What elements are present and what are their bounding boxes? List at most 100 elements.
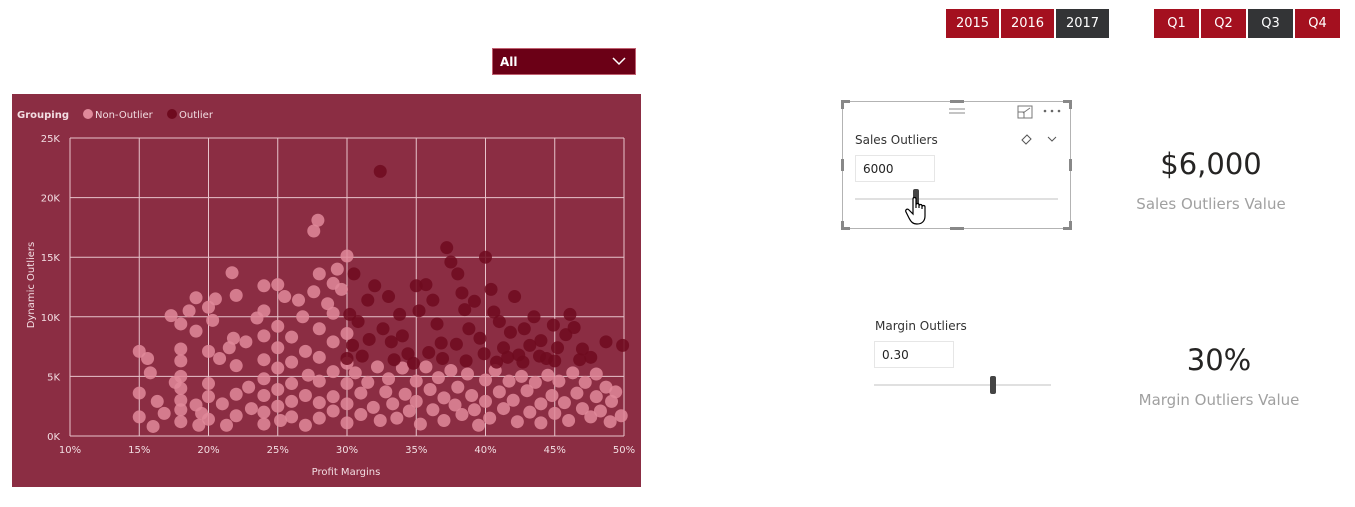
point-outlier[interactable] (376, 322, 390, 336)
point-non-outlier[interactable] (373, 414, 387, 428)
point-non-outlier[interactable] (483, 411, 497, 425)
point-non-outlier[interactable] (603, 415, 617, 429)
point-non-outlier[interactable] (312, 396, 326, 410)
point-non-outlier[interactable] (285, 394, 299, 408)
point-non-outlier[interactable] (298, 418, 312, 432)
point-outlier[interactable] (503, 325, 517, 339)
point-non-outlier[interactable] (413, 417, 427, 431)
point-non-outlier[interactable] (257, 304, 271, 318)
point-non-outlier[interactable] (578, 375, 592, 389)
point-non-outlier[interactable] (242, 380, 256, 394)
point-non-outlier[interactable] (182, 304, 196, 318)
point-non-outlier[interactable] (502, 374, 516, 388)
point-non-outlier[interactable] (354, 408, 368, 422)
point-outlier[interactable] (340, 352, 354, 366)
point-non-outlier[interactable] (340, 326, 354, 340)
point-outlier[interactable] (484, 282, 498, 296)
quarter-button-q2[interactable]: Q2 (1201, 9, 1246, 38)
point-non-outlier[interactable] (202, 412, 215, 426)
point-non-outlier[interactable] (460, 367, 474, 381)
point-non-outlier[interactable] (239, 335, 253, 349)
point-outlier[interactable] (523, 338, 537, 352)
point-non-outlier[interactable] (523, 405, 537, 419)
point-non-outlier[interactable] (285, 410, 299, 424)
sales-slider-track[interactable] (855, 198, 1058, 200)
point-outlier[interactable] (430, 317, 444, 331)
point-non-outlier[interactable] (548, 406, 562, 420)
point-outlier[interactable] (567, 321, 581, 335)
point-non-outlier[interactable] (229, 409, 243, 423)
point-non-outlier[interactable] (271, 319, 285, 333)
point-non-outlier[interactable] (285, 330, 299, 344)
point-outlier[interactable] (347, 267, 361, 281)
quarter-button-q1[interactable]: Q1 (1154, 9, 1199, 38)
year-button-2016[interactable]: 2016 (1001, 9, 1054, 38)
point-non-outlier[interactable] (340, 416, 354, 430)
point-outlier[interactable] (440, 241, 454, 255)
point-non-outlier[interactable] (285, 377, 299, 391)
more-options-icon[interactable] (1042, 107, 1064, 115)
point-non-outlier[interactable] (506, 393, 520, 407)
point-outlier[interactable] (395, 329, 409, 343)
point-non-outlier[interactable] (257, 353, 271, 367)
point-non-outlier[interactable] (340, 249, 354, 263)
point-non-outlier[interactable] (334, 282, 348, 296)
point-non-outlier[interactable] (298, 388, 312, 402)
point-outlier[interactable] (517, 322, 531, 336)
point-non-outlier[interactable] (423, 383, 437, 397)
point-outlier[interactable] (362, 332, 376, 346)
point-non-outlier[interactable] (570, 386, 584, 400)
point-non-outlier[interactable] (174, 369, 188, 383)
eraser-icon[interactable] (1019, 132, 1033, 146)
point-non-outlier[interactable] (174, 342, 188, 356)
point-non-outlier[interactable] (257, 279, 271, 293)
point-outlier[interactable] (473, 331, 487, 345)
point-non-outlier[interactable] (257, 372, 271, 386)
point-non-outlier[interactable] (150, 394, 164, 408)
point-non-outlier[interactable] (174, 354, 188, 368)
point-non-outlier[interactable] (593, 404, 607, 418)
point-outlier[interactable] (548, 354, 562, 368)
point-non-outlier[interactable] (298, 344, 312, 358)
point-non-outlier[interactable] (215, 397, 229, 411)
point-non-outlier[interactable] (348, 366, 362, 380)
point-non-outlier[interactable] (354, 386, 368, 400)
point-outlier[interactable] (492, 315, 506, 329)
point-non-outlier[interactable] (257, 405, 271, 419)
point-non-outlier[interactable] (326, 306, 340, 320)
sales-outliers-input[interactable]: 6000 (855, 155, 935, 182)
point-non-outlier[interactable] (510, 415, 524, 429)
point-non-outlier[interactable] (479, 373, 492, 387)
point-non-outlier[interactable] (274, 414, 288, 428)
point-non-outlier[interactable] (257, 329, 271, 343)
point-non-outlier[interactable] (409, 374, 423, 388)
point-outlier[interactable] (449, 337, 463, 351)
point-outlier[interactable] (599, 335, 613, 349)
point-outlier[interactable] (387, 353, 401, 367)
legend-label-non-outlier[interactable]: Non-Outlier (95, 110, 154, 121)
point-outlier[interactable] (451, 267, 465, 281)
point-non-outlier[interactable] (431, 371, 445, 385)
point-outlier[interactable] (527, 310, 541, 324)
point-non-outlier[interactable] (229, 288, 243, 302)
point-non-outlier[interactable] (386, 397, 400, 411)
point-non-outlier[interactable] (379, 385, 393, 399)
point-outlier[interactable] (551, 341, 565, 355)
point-non-outlier[interactable] (340, 377, 354, 391)
point-non-outlier[interactable] (589, 367, 603, 381)
point-non-outlier[interactable] (437, 414, 451, 428)
point-non-outlier[interactable] (326, 365, 340, 379)
point-non-outlier[interactable] (312, 374, 326, 388)
point-outlier[interactable] (516, 355, 530, 369)
point-non-outlier[interactable] (455, 408, 469, 422)
point-outlier[interactable] (490, 355, 504, 369)
point-non-outlier[interactable] (202, 377, 215, 391)
resize-handle[interactable] (1069, 221, 1072, 230)
point-non-outlier[interactable] (271, 278, 285, 292)
point-non-outlier[interactable] (472, 418, 486, 432)
point-non-outlier[interactable] (202, 390, 215, 404)
point-outlier[interactable] (412, 304, 426, 318)
point-non-outlier[interactable] (143, 366, 157, 380)
point-non-outlier[interactable] (326, 390, 340, 404)
point-non-outlier[interactable] (609, 385, 623, 399)
